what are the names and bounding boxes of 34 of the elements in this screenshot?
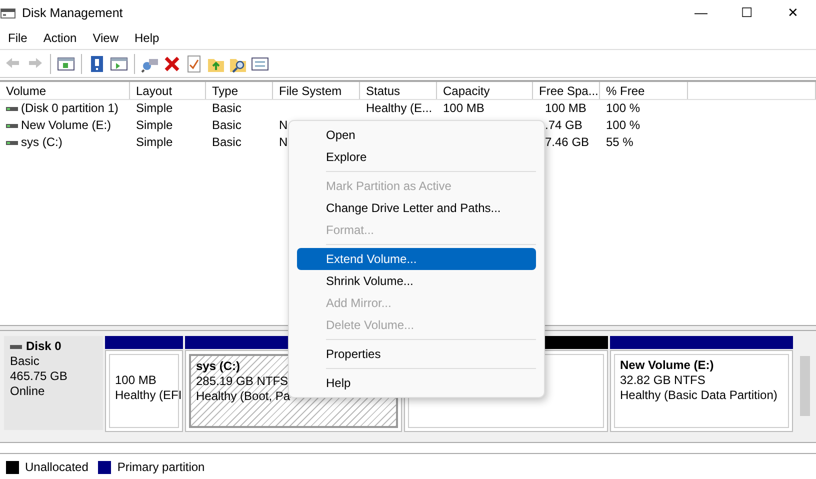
table-cell: N: [279, 134, 288, 151]
partition-name: sys (C:): [196, 359, 240, 374]
partition-detail: 100 MB: [115, 373, 156, 388]
table-cell: 100 %: [606, 100, 640, 117]
table-cell: 100 %: [606, 117, 640, 134]
partition-detail: 285.19 GB NTFS: [196, 374, 288, 389]
partition-detail: 32.82 GB NTFS: [620, 373, 706, 388]
table-cell: Basic: [212, 134, 242, 151]
table-cell: Basic: [212, 117, 242, 134]
table-cell: 100 MB: [443, 100, 484, 117]
table-cell: Healthy (E...: [366, 100, 432, 117]
partition-detail: Healthy (EFI: [115, 388, 182, 403]
volume-name: (Disk 0 partition 1): [21, 100, 118, 117]
partition-detail: Healthy (Boot, Pa: [196, 389, 290, 404]
volume-name: New Volume (E:): [21, 117, 112, 134]
table-cell: Simple: [136, 117, 173, 134]
table-cell: N: [279, 117, 288, 134]
table-cell: Basic: [212, 100, 242, 117]
disk-detail: Online: [10, 384, 46, 399]
disk-name: Disk 0: [26, 339, 62, 354]
disk-detail: 465.75 GB: [10, 369, 68, 384]
table-cell: .74 GB: [545, 117, 582, 134]
table-cell: 55 %: [606, 134, 634, 151]
disk-detail: Basic: [10, 354, 40, 369]
window-title: Disk Management: [22, 4, 124, 22]
partition-name: New Volume (E:): [620, 358, 714, 373]
table-cell: Simple: [136, 134, 173, 151]
table-cell: Simple: [136, 100, 173, 117]
table-cell: 7.46 GB: [545, 134, 590, 151]
table-cell: 100 MB: [545, 100, 586, 117]
legend-label: Primary partition: [117, 459, 205, 476]
volume-name: sys (C:): [21, 134, 62, 151]
partition-detail: Healthy (Basic Data Partition): [620, 388, 778, 403]
legend-label: Unallocated: [25, 459, 88, 476]
